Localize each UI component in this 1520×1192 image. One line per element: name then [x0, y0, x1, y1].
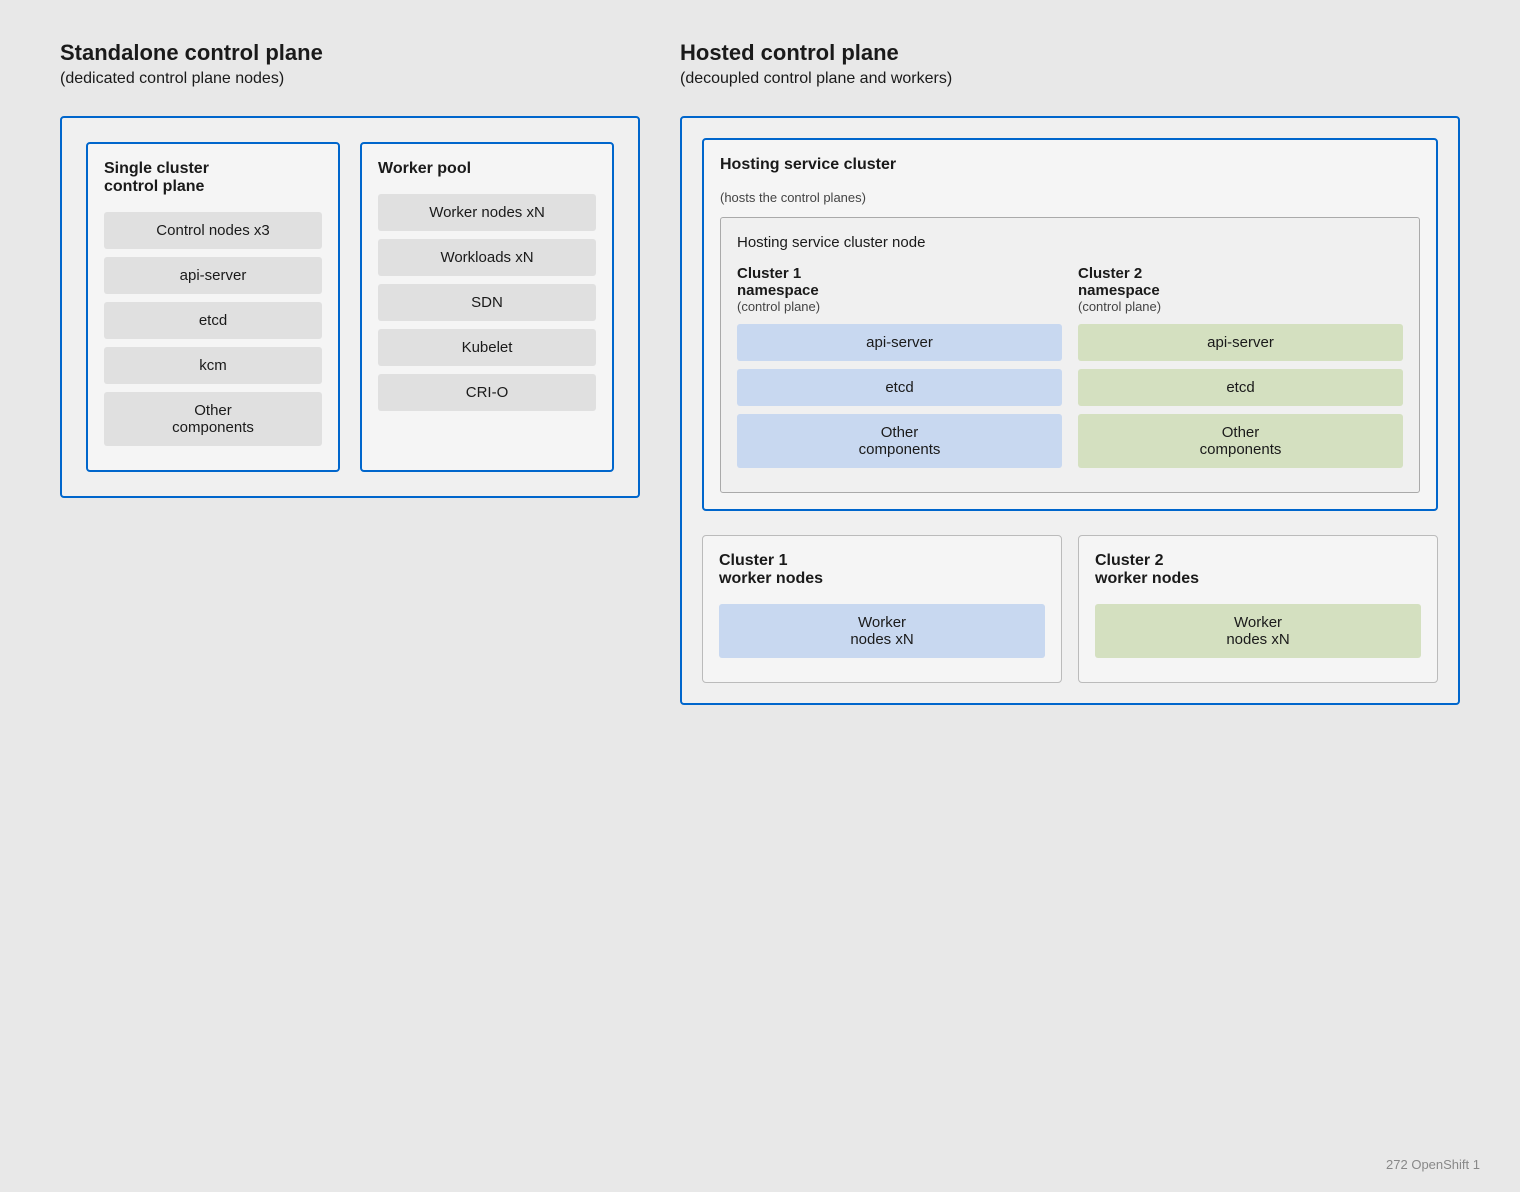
cluster1-worker-title: Cluster 1 worker nodes	[719, 552, 1045, 588]
other-components-item: Other components	[104, 392, 322, 446]
cluster1-other-components: Other components	[737, 414, 1062, 468]
cluster1-etcd: etcd	[737, 369, 1062, 406]
standalone-subtitle: (dedicated control plane nodes)	[60, 70, 640, 88]
cluster1-worker-col: Cluster 1 worker nodes Worker nodes xN	[702, 535, 1062, 683]
cluster2-ns-subtitle: (control plane)	[1078, 299, 1403, 314]
hosted-outer: Hosting service cluster (hosts the contr…	[680, 116, 1460, 705]
cluster2-worker-item: Worker nodes xN	[1095, 604, 1421, 658]
main-container: Standalone control plane (dedicated cont…	[0, 0, 1520, 745]
workloads-item: Workloads xN	[378, 239, 596, 276]
sdn-item: SDN	[378, 284, 596, 321]
hosting-node-title: Hosting service cluster node	[737, 234, 1403, 251]
left-panel: Standalone control plane (dedicated cont…	[60, 40, 640, 705]
worker-pool-box: Worker pool Worker nodes xN Workloads xN…	[360, 142, 614, 472]
right-panel: Hosted control plane (decoupled control …	[680, 40, 1460, 705]
etcd-item: etcd	[104, 302, 322, 339]
cluster1-ns-title: Cluster 1 namespace	[737, 265, 1062, 299]
footer-text: 272 OpenShift 1	[1386, 1157, 1480, 1172]
cluster1-ns-subtitle: (control plane)	[737, 299, 1062, 314]
hosted-subtitle: (decoupled control plane and workers)	[680, 70, 1460, 88]
cluster2-etcd: etcd	[1078, 369, 1403, 406]
crio-item: CRI-O	[378, 374, 596, 411]
control-nodes-label: Control nodes x3	[104, 212, 322, 249]
kcm-item: kcm	[104, 347, 322, 384]
control-plane-title: Single cluster control plane	[104, 160, 322, 196]
worker-pool-title: Worker pool	[378, 160, 596, 178]
hosting-service-cluster: Hosting service cluster (hosts the contr…	[702, 138, 1438, 511]
hosted-title: Hosted control plane	[680, 40, 1460, 66]
worker-nodes-label: Worker nodes xN	[378, 194, 596, 231]
cluster2-ns-title: Cluster 2 namespace	[1078, 265, 1403, 299]
cluster1-api-server: api-server	[737, 324, 1062, 361]
cluster2-api-server: api-server	[1078, 324, 1403, 361]
hosting-service-title: Hosting service cluster	[720, 156, 1420, 174]
hosting-service-subtitle: (hosts the control planes)	[720, 190, 1420, 205]
hosting-node-box: Hosting service cluster node Cluster 1 n…	[720, 217, 1420, 493]
cluster2-worker-title: Cluster 2 worker nodes	[1095, 552, 1421, 588]
kubelet-item: Kubelet	[378, 329, 596, 366]
control-plane-box: Single cluster control plane Control nod…	[86, 142, 340, 472]
cluster1-worker-item: Worker nodes xN	[719, 604, 1045, 658]
standalone-title: Standalone control plane	[60, 40, 640, 66]
cluster2-other-components: Other components	[1078, 414, 1403, 468]
cluster1-ns-col: Cluster 1 namespace (control plane) api-…	[737, 265, 1062, 476]
cluster2-worker-col: Cluster 2 worker nodes Worker nodes xN	[1078, 535, 1438, 683]
namespace-row: Cluster 1 namespace (control plane) api-…	[737, 265, 1403, 476]
api-server-item: api-server	[104, 257, 322, 294]
standalone-content: Single cluster control plane Control nod…	[60, 116, 640, 498]
worker-pools-row: Cluster 1 worker nodes Worker nodes xN C…	[702, 535, 1438, 683]
cluster2-ns-col: Cluster 2 namespace (control plane) api-…	[1078, 265, 1403, 476]
